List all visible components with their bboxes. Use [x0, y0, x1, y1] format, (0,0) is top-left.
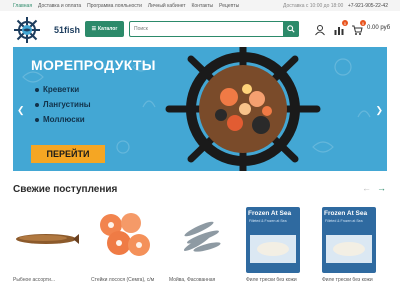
cart-badge: 0 [360, 20, 366, 26]
search-bar [129, 21, 299, 37]
bullet-icon [35, 102, 39, 107]
product-title[interactable]: Филе трески без кожи [322, 277, 388, 283]
box-title: Frozen At Sea [324, 210, 368, 217]
ship-wheel-logo-icon [14, 17, 40, 43]
account-button[interactable] [314, 23, 326, 36]
banner-prev-arrow-icon[interactable]: ❮ [17, 105, 25, 116]
search-input[interactable] [130, 22, 283, 36]
section-prev-arrow-icon[interactable]: ← [362, 183, 371, 193]
product-card[interactable]: Frozen At Sea Filleted & Frozen at Sea Ф… [246, 207, 312, 283]
capelin-image [183, 221, 221, 252]
frozen-cod-box-image: Frozen At Sea Filleted & Frozen at Sea [322, 207, 376, 273]
top-bar: Главная Доставка и оплата Программа лоял… [0, 0, 400, 11]
cod-fillet-icon [250, 235, 296, 263]
logo-text: 51fish [54, 25, 81, 35]
phone-number[interactable]: +7-921-905-22-42 [348, 3, 388, 9]
product-title[interactable]: Мойва, Фасованная [169, 277, 235, 283]
banner-item-label: Лангустины [43, 100, 91, 109]
nav-link-loyalty[interactable]: Программа лояльности [87, 3, 142, 9]
nav-link-contacts[interactable]: Контакты [192, 3, 214, 9]
nav-link-account[interactable]: Личный кабинет [148, 3, 186, 9]
box-subtitle: Filleted & Frozen at Sea [325, 219, 363, 223]
product-carousel: Рыбное ассорти... Стейки лосося (Семга),… [13, 207, 388, 283]
frozen-cod-box-image: Frozen At Sea Filleted & Frozen at Sea [246, 207, 300, 273]
header: 51fish ☰ Каталог 0 [0, 11, 400, 47]
banner-title: МОРЕПРОДУКТЫ [31, 57, 156, 73]
banner-item-label: Креветки [43, 85, 80, 94]
product-title[interactable]: Филе трески без кожи [246, 277, 312, 283]
nav-link-home[interactable]: Главная [13, 3, 32, 9]
bullet-icon [35, 117, 39, 122]
product-title[interactable]: Рыбное ассорти... [13, 277, 79, 283]
smoked-fish-image [16, 234, 79, 244]
banner-item: Креветки [35, 85, 91, 94]
catalog-label: Каталог [98, 26, 118, 32]
banner-item: Моллюски [35, 115, 91, 124]
banner-item-label: Моллюски [43, 115, 85, 124]
box-title: Frozen At Sea [248, 210, 292, 217]
cart-button[interactable]: 0 [351, 20, 366, 35]
banner-next-arrow-icon[interactable]: ❯ [375, 105, 383, 116]
search-icon [287, 25, 295, 33]
user-icon [315, 25, 325, 36]
banner-list: Креветки Лангустины Моллюски [35, 85, 91, 130]
cart-total[interactable]: 0.00 руб [367, 25, 390, 31]
nav-link-delivery[interactable]: Доставка и оплата [38, 3, 81, 9]
promo-banner[interactable]: МОРЕПРОДУКТЫ Креветки Лангустины Моллюск… [13, 47, 387, 171]
section-title: Свежие поступления [13, 184, 118, 195]
top-nav: Главная Доставка и оплата Программа лоял… [13, 3, 239, 9]
search-button[interactable] [283, 21, 299, 37]
product-card[interactable]: Мойва, Фасованная [169, 207, 235, 283]
product-card[interactable]: Рыбное ассорти... [13, 207, 79, 283]
compare-button[interactable]: 0 [333, 20, 348, 35]
salmon-steaks-image [100, 213, 150, 256]
menu-icon: ☰ [91, 26, 97, 32]
cod-fillet-icon [326, 235, 372, 263]
banner-item: Лангустины [35, 100, 91, 109]
box-subtitle: Filleted & Frozen at Sea [249, 219, 287, 223]
logo[interactable]: 51fish [13, 16, 80, 44]
catalog-button[interactable]: ☰ Каталог [85, 21, 124, 37]
banner-cta-button[interactable]: ПЕРЕЙТИ [31, 145, 105, 163]
ship-wheel-seafood-platter-image [165, 47, 321, 171]
section-next-arrow-icon[interactable]: → [377, 183, 386, 193]
bullet-icon [35, 87, 39, 92]
nav-link-recipes[interactable]: Рецепты [219, 3, 239, 9]
product-title[interactable]: Стейки лосося (Семга), с/м [91, 277, 157, 283]
compare-badge: 0 [342, 20, 348, 26]
product-card[interactable]: Стейки лосося (Семга), с/м [91, 207, 157, 283]
product-card[interactable]: Frozen At Sea Filleted & Frozen at Sea Ф… [322, 207, 388, 283]
delivery-hours: Доставка с 10:00 до 18:00 [283, 2, 344, 9]
